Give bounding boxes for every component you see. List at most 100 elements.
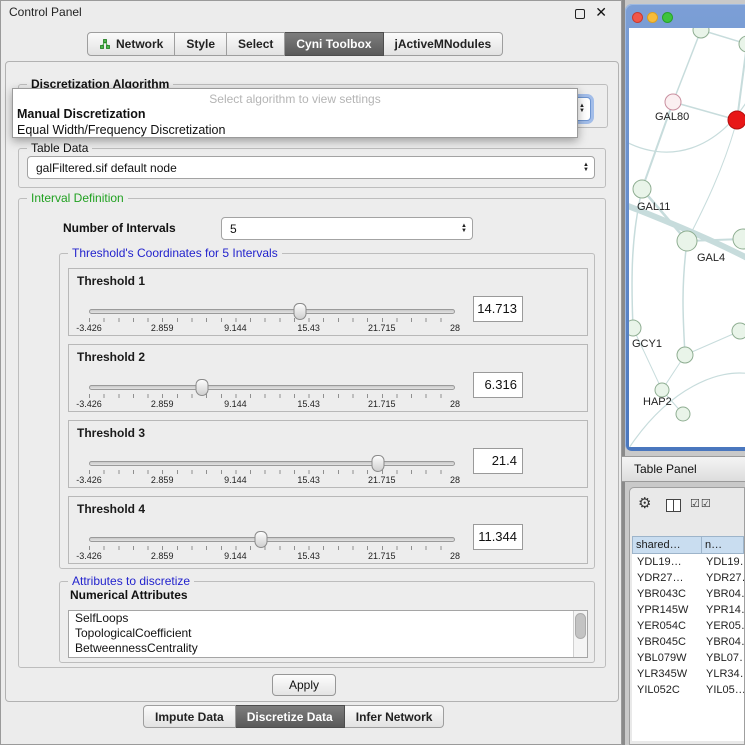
column-header-name[interactable]: n… (702, 536, 744, 554)
tab-cyni-toolbox[interactable]: Cyni Toolbox (285, 32, 383, 56)
tick-label: 15.43 (297, 475, 320, 485)
table-data-combo[interactable]: galFiltered.sif default node ▲ ▼ (27, 156, 595, 179)
threshold-3-slider[interactable]: -3.426 2.859 9.144 15.43 21.715 28 (89, 453, 455, 487)
threshold-value-field[interactable]: 6.316 (473, 372, 523, 398)
threshold-4-panel: Threshold 4 -3.426 2.859 9.144 15.43 21.… (68, 496, 588, 564)
close-icon[interactable]: ✕ (595, 4, 607, 21)
tab-label: Infer Network (356, 710, 433, 724)
column-header-shared-name[interactable]: shared… (632, 536, 702, 554)
node-label-hap2: HAP2 (643, 396, 672, 408)
table-header-row: shared… n… (632, 536, 744, 554)
close-traffic-light-icon[interactable] (632, 12, 643, 23)
cell: YLR345W (632, 666, 702, 682)
stepper[interactable]: ▲ ▼ (578, 163, 594, 173)
tab-impute-data[interactable]: Impute Data (143, 705, 236, 728)
tab-label: jActiveMNodules (395, 37, 492, 51)
slider-thumb[interactable] (372, 455, 385, 472)
gear-icon[interactable]: ⚙ (638, 494, 651, 512)
network-node-selected-red[interactable] (728, 111, 745, 129)
tick-label: 2.859 (151, 475, 174, 485)
tab-label: Style (186, 37, 215, 51)
network-node[interactable] (677, 347, 693, 363)
list-scrollbar[interactable] (573, 611, 587, 657)
select-columns-icons[interactable]: ☑☑ (690, 497, 712, 510)
tick-label: 28 (450, 475, 460, 485)
cell: YER054C (632, 618, 702, 634)
scrollbar-thumb[interactable] (575, 613, 586, 639)
table-row[interactable]: YDR27…YDR27… (632, 570, 744, 586)
algorithm-dropdown-popup: Select algorithm to view settings Manual… (12, 88, 578, 138)
threshold-label: Threshold 4 (77, 502, 145, 516)
network-node-gal80[interactable] (665, 94, 681, 110)
control-panel-window: Control Panel ✕ Network Style Select Cyn… (0, 0, 622, 745)
network-node[interactable] (733, 229, 745, 249)
table-row[interactable]: YLR345WYLR34… (632, 666, 744, 682)
table-row[interactable]: YIL052CYIL05… (632, 682, 744, 698)
cell: YIL05… (702, 682, 744, 698)
group-title: Table Data (27, 141, 92, 155)
tick-label: 15.43 (297, 399, 320, 409)
network-node[interactable] (676, 407, 690, 421)
threshold-2-slider[interactable]: -3.426 2.859 9.144 15.43 21.715 28 (89, 377, 455, 411)
network-icon (99, 38, 111, 50)
tab-select[interactable]: Select (227, 32, 285, 56)
network-node-hap2[interactable] (655, 383, 669, 397)
network-node[interactable] (693, 28, 709, 38)
threshold-1-slider[interactable]: -3.426 2.859 9.144 15.43 21.715 28 (89, 301, 455, 335)
popup-option-equal-width-frequency[interactable]: Equal Width/Frequency Discretization (13, 122, 577, 138)
table-row[interactable]: YDL19…YDL19… (632, 554, 744, 570)
tab-jactivemnodules[interactable]: jActiveMNodules (384, 32, 504, 56)
slider-track[interactable] (89, 461, 455, 466)
threshold-value-field[interactable]: 14.713 (473, 296, 523, 322)
slider-thumb[interactable] (255, 531, 268, 548)
slider-thumb[interactable] (294, 303, 307, 320)
popup-placeholder: Select algorithm to view settings (13, 89, 577, 106)
table-row[interactable]: YBR045CYBR04… (632, 634, 744, 650)
number-of-intervals-combo[interactable]: 5 ▲ ▼ (221, 217, 473, 240)
table-panel-header: Table Panel (622, 456, 745, 482)
column-layout-icon[interactable] (666, 499, 681, 512)
float-window-icon[interactable] (575, 9, 585, 19)
tab-label: Impute Data (155, 710, 224, 724)
table-row[interactable]: YBL079WYBL07… (632, 650, 744, 666)
table-row[interactable]: YPR145WYPR14… (632, 602, 744, 618)
network-node[interactable] (732, 323, 745, 339)
zoom-traffic-light-icon[interactable] (662, 12, 673, 23)
bottom-tab-bar: Impute Data Discretize Data Infer Networ… (143, 705, 444, 728)
network-node[interactable] (739, 36, 745, 52)
network-canvas[interactable]: GAL80 GAL11 GAL4 GCY1 HAP2 (629, 28, 745, 447)
tick-label: 9.144 (224, 551, 247, 561)
tick-label: 15.43 (297, 323, 320, 333)
threshold-4-slider[interactable]: -3.426 2.859 9.144 15.43 21.715 28 (89, 529, 455, 563)
apply-button[interactable]: Apply (272, 674, 336, 696)
slider-track[interactable] (89, 309, 455, 314)
network-edge (737, 44, 745, 120)
tab-discretize-data[interactable]: Discretize Data (236, 705, 345, 728)
tick-label: -3.426 (76, 475, 102, 485)
threshold-value-field[interactable]: 21.4 (473, 448, 523, 474)
list-item[interactable]: SelfLoops (69, 611, 587, 626)
network-node-gal11[interactable] (633, 180, 651, 198)
list-item[interactable]: BetweennessCentrality (69, 641, 587, 656)
tab-network[interactable]: Network (87, 32, 175, 56)
slider-track[interactable] (89, 385, 455, 390)
cell: YIL052C (632, 682, 702, 698)
group-title: Attributes to discretize (68, 574, 194, 588)
slider-thumb[interactable] (196, 379, 209, 396)
list-item[interactable]: TopologicalCoefficient (69, 626, 587, 641)
threshold-value-field[interactable]: 11.344 (473, 524, 523, 550)
slider-track[interactable] (89, 537, 455, 542)
network-node-gal4[interactable] (677, 231, 697, 251)
minimize-traffic-light-icon[interactable] (647, 12, 658, 23)
tab-infer-network[interactable]: Infer Network (345, 705, 445, 728)
tick-label: -3.426 (76, 551, 102, 561)
network-node-gcy1[interactable] (629, 320, 641, 336)
table-row[interactable]: YER054CYER05… (632, 618, 744, 634)
table-data-group: Table Data galFiltered.sif default node … (18, 148, 606, 188)
stepper[interactable]: ▲ ▼ (456, 224, 472, 234)
popup-option-manual-discretization[interactable]: Manual Discretization (13, 106, 577, 122)
tab-style[interactable]: Style (175, 32, 227, 56)
table-row[interactable]: YBR043CYBR04… (632, 586, 744, 602)
tick-label: 15.43 (297, 551, 320, 561)
checkbox-icon: ☑ (701, 498, 712, 510)
